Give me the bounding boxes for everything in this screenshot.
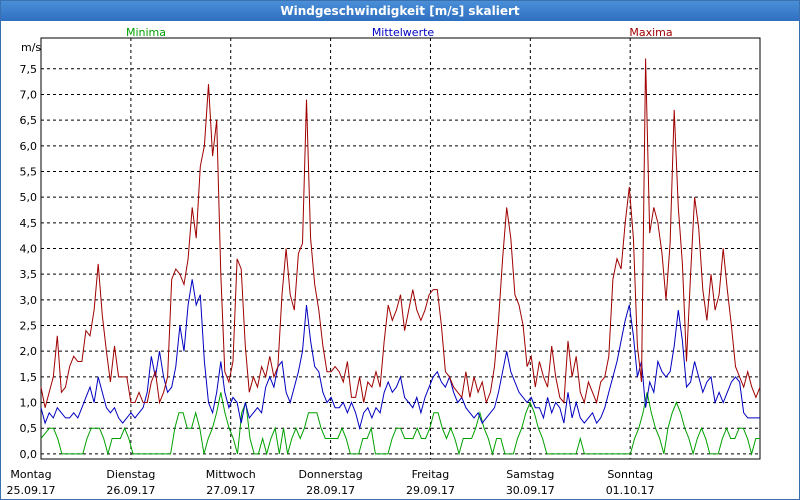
y-tick-label: 2,0: [20, 345, 38, 358]
y-tick-label: 3,5: [20, 268, 38, 281]
day-name-label: Samstag: [506, 468, 554, 481]
day-date-label: 29.09.17: [406, 484, 455, 497]
day-name-label: Mittwoch: [206, 468, 256, 481]
y-tick-label: 5,5: [20, 165, 38, 178]
legend-minima: Minima: [126, 26, 166, 39]
series-line-minima: [40, 392, 760, 456]
day-date-label: 25.09.17: [7, 484, 56, 497]
legend-mittelwerte: Mittelwerte: [372, 26, 435, 39]
day-name-label: Dienstag: [106, 468, 155, 481]
y-tick-label: 2,5: [20, 320, 38, 333]
day-date-label: 28.09.17: [306, 484, 355, 497]
y-tick-label: 0,5: [20, 422, 38, 435]
y-tick-label: 4,0: [20, 243, 38, 256]
chart-svg: 0,0 0,5 1,0 1,5 2,0 2,5 3,0 3,5 4,0 4,5 5,0 5,5 6,0 6…: [7, 26, 761, 497]
day-name-label: Montag: [10, 468, 51, 481]
day-date-label: 30.09.17: [506, 484, 555, 497]
day-labels: Montag 25.09.17 Dienstag 26.09.17 Mittwoch 27…: [7, 468, 655, 497]
day-date-label: 27.09.17: [206, 484, 255, 497]
chart-window: Windgeschwindigkeit [m/s] skaliert 0,0 0,…: [0, 0, 800, 500]
y-tick-label: 6,5: [20, 114, 38, 127]
y-tick-labels: 0,0 0,5 1,0 1,5 2,0 2,5 3,0 3,5 4,0 4,5 5,0 5,5 6,0 6…: [20, 63, 38, 461]
legend-maxima: Maxima: [629, 26, 672, 39]
y-tick-label: 5,0: [20, 191, 38, 204]
y-tick-label: 4,5: [20, 217, 38, 230]
y-tick-label: 1,5: [20, 371, 38, 384]
series-line-maxima: [40, 58, 761, 408]
y-tick-label: 0,0: [20, 448, 38, 461]
day-name-label: Freitag: [412, 468, 450, 481]
y-tick-label: 1,0: [20, 397, 38, 410]
y-tick-label: 7,5: [20, 63, 38, 76]
y-axis-label: m/s: [21, 41, 41, 54]
y-tick-label: 6,0: [20, 140, 38, 153]
series-lines: [40, 58, 761, 456]
day-date-label: 01.10.17: [606, 484, 655, 497]
series-line-mittelwerte: [40, 279, 760, 431]
day-name-label: Sonntag: [607, 468, 653, 481]
y-tick-label: 3,0: [20, 294, 38, 307]
day-name-label: Donnerstag: [298, 468, 362, 481]
y-tick-label: 7,0: [20, 88, 38, 101]
day-date-label: 26.09.17: [106, 484, 155, 497]
